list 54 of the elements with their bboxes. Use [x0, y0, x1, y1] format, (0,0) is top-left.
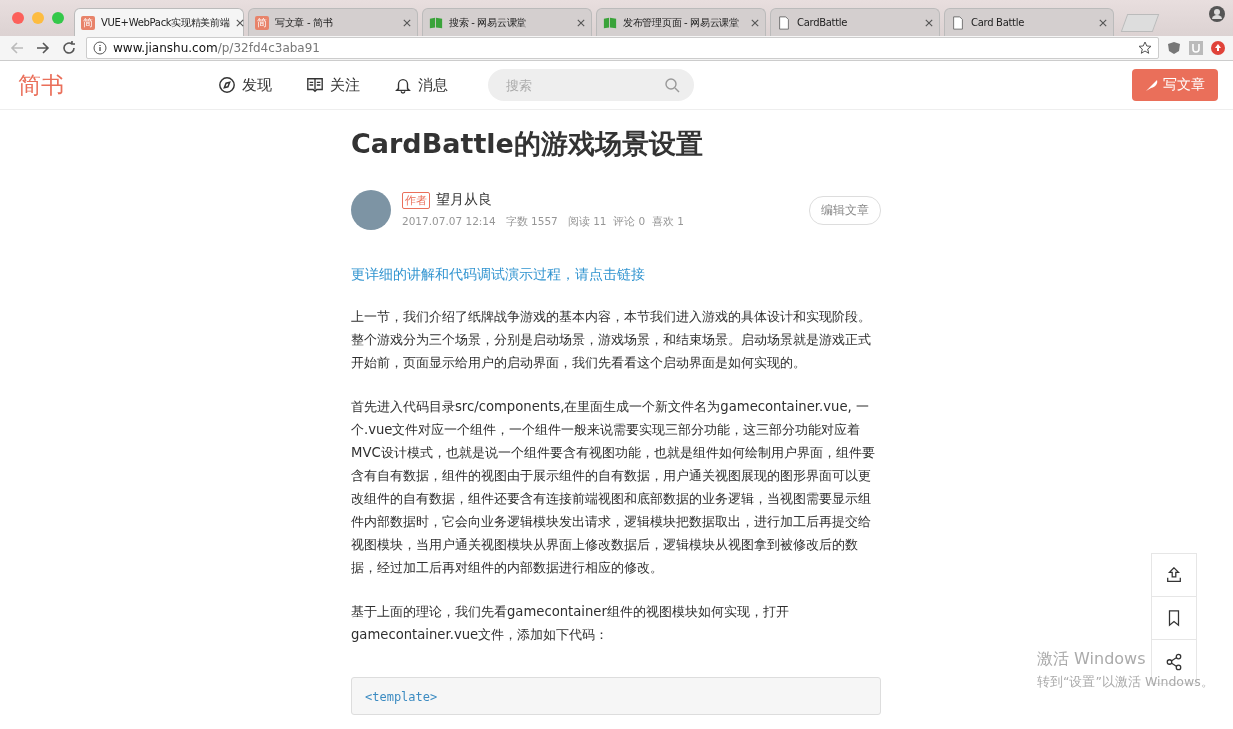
article-title: CardBattle的游戏场景设置 [351, 127, 704, 161]
author-name[interactable]: 望月从良 [436, 191, 492, 209]
search-icon[interactable] [664, 77, 680, 93]
tab-title: Card Battle [971, 17, 1026, 28]
favicon-icon: 简 [255, 15, 269, 30]
nav-link[interactable]: 发现 [218, 75, 272, 95]
browser-tab[interactable]: CardBattle [770, 8, 940, 36]
article-paragraph: 首先进入代码目录src/components,在里面生成一个新文件名为gamecontainer.vue, 一个.vue文件对应一个组件，一个组件一般来说需要实现三部分功能，这三部分功能对应着MVC设计模式，也就是说一个组件要含有视图功能，也就是组件如何绘制用户界面，组件要含有自有数据，组件的视图由于展示组件的自有数据，用户通关视图展现的图形界面可以更改组件的自有数据，组件还要含有连接前端视图和底部数据的业务逻辑，当视图需要显示组件内部数据时，它会向业务逻辑模块发出请求，逻辑模块把数据取出，进行加工后再提交给视图模块，当用户通关视图模块从界面上修改数据后，逻辑模块从视图拿到被修改后的数据，经过加工后再对组件的内部数据进行相应的修改。 [351, 398, 876, 577]
info-icon [93, 41, 107, 55]
browser-tab[interactable]: 搜索 - 网易云课堂 [422, 8, 592, 36]
tab-title: VUE+WebPack实现精美前端 [101, 15, 230, 30]
nav-link[interactable]: 关注 [306, 75, 360, 95]
book-icon [429, 15, 443, 30]
article-meta: 2017.07.07 12:14 字数 1557 阅读 11 评论 0 喜欢 1 [402, 215, 685, 229]
book-icon [306, 76, 324, 94]
browser-tab[interactable]: 简 VUE+WebPack实现精美前端 [74, 8, 244, 36]
close-icon[interactable] [1099, 18, 1107, 27]
tab-title: CardBattle [797, 17, 849, 28]
avatar[interactable] [351, 190, 391, 230]
close-icon[interactable] [577, 18, 585, 27]
tab-title: 搜索 - 网易云课堂 [449, 15, 527, 30]
article-link[interactable]: 更详细的讲解和代码调试演示过程，请点击链接 [351, 266, 881, 284]
star-icon[interactable] [1138, 41, 1152, 55]
browser-tab[interactable]: 发布管理页面 - 网易云课堂 [596, 8, 766, 36]
address-bar[interactable]: www.jianshu.com/p/32fd4c3aba91 [86, 37, 1159, 59]
share-icon [1165, 652, 1183, 671]
close-icon[interactable] [403, 18, 411, 27]
article-paragraph: 基于上面的理论，我们先看gamecontainer组件的视图模块如何实现，打开gamecontainer.vue文件，添加如下代码： [351, 603, 790, 644]
nav-link[interactable]: 消息 [394, 75, 448, 95]
upload-icon [1165, 566, 1183, 584]
close-icon[interactable] [751, 18, 759, 27]
article-paragraph: 上一节，我们介绍了纸牌战争游戏的基本内容，本节我们进入游戏的具体设计和实现阶段。整个游戏分为三个场景，分别是启动场景，游戏场景，和结束场景。启动场景就是游戏正式开始前，页面显示给用户的启动界面，我们先看看这个启动界面是如何实现的。 [351, 308, 872, 372]
search-field[interactable]: 搜索 [488, 69, 694, 101]
edit-article-button[interactable]: 编辑文章 [809, 195, 881, 225]
activation-text: 转到“设置”以激活 Windows。 [1037, 674, 1214, 691]
reload-icon[interactable] [60, 39, 78, 57]
favicon-icon: 简 [81, 15, 95, 30]
close-icon[interactable] [235, 18, 244, 27]
document-icon [777, 15, 791, 30]
tab-title: 发布管理页面 - 网易云课堂 [623, 15, 740, 30]
browser-tab[interactable]: 简 写文章 - 简书 [248, 8, 418, 36]
author-tag: 作者 [402, 191, 430, 209]
activation-title: 激活 Windows [1037, 649, 1146, 670]
browser-tab[interactable]: Card Battle [944, 8, 1114, 36]
bell-icon [394, 76, 412, 94]
shield-icon[interactable] [1167, 41, 1181, 55]
upload-icon[interactable] [1211, 41, 1225, 55]
compass-icon [218, 76, 236, 94]
profile-icon[interactable] [1209, 6, 1225, 22]
close-icon[interactable] [925, 18, 933, 27]
tab-title: 写文章 - 简书 [275, 15, 334, 30]
book-icon [603, 15, 617, 30]
document-icon [951, 15, 965, 30]
code-block: <template> [351, 677, 881, 715]
